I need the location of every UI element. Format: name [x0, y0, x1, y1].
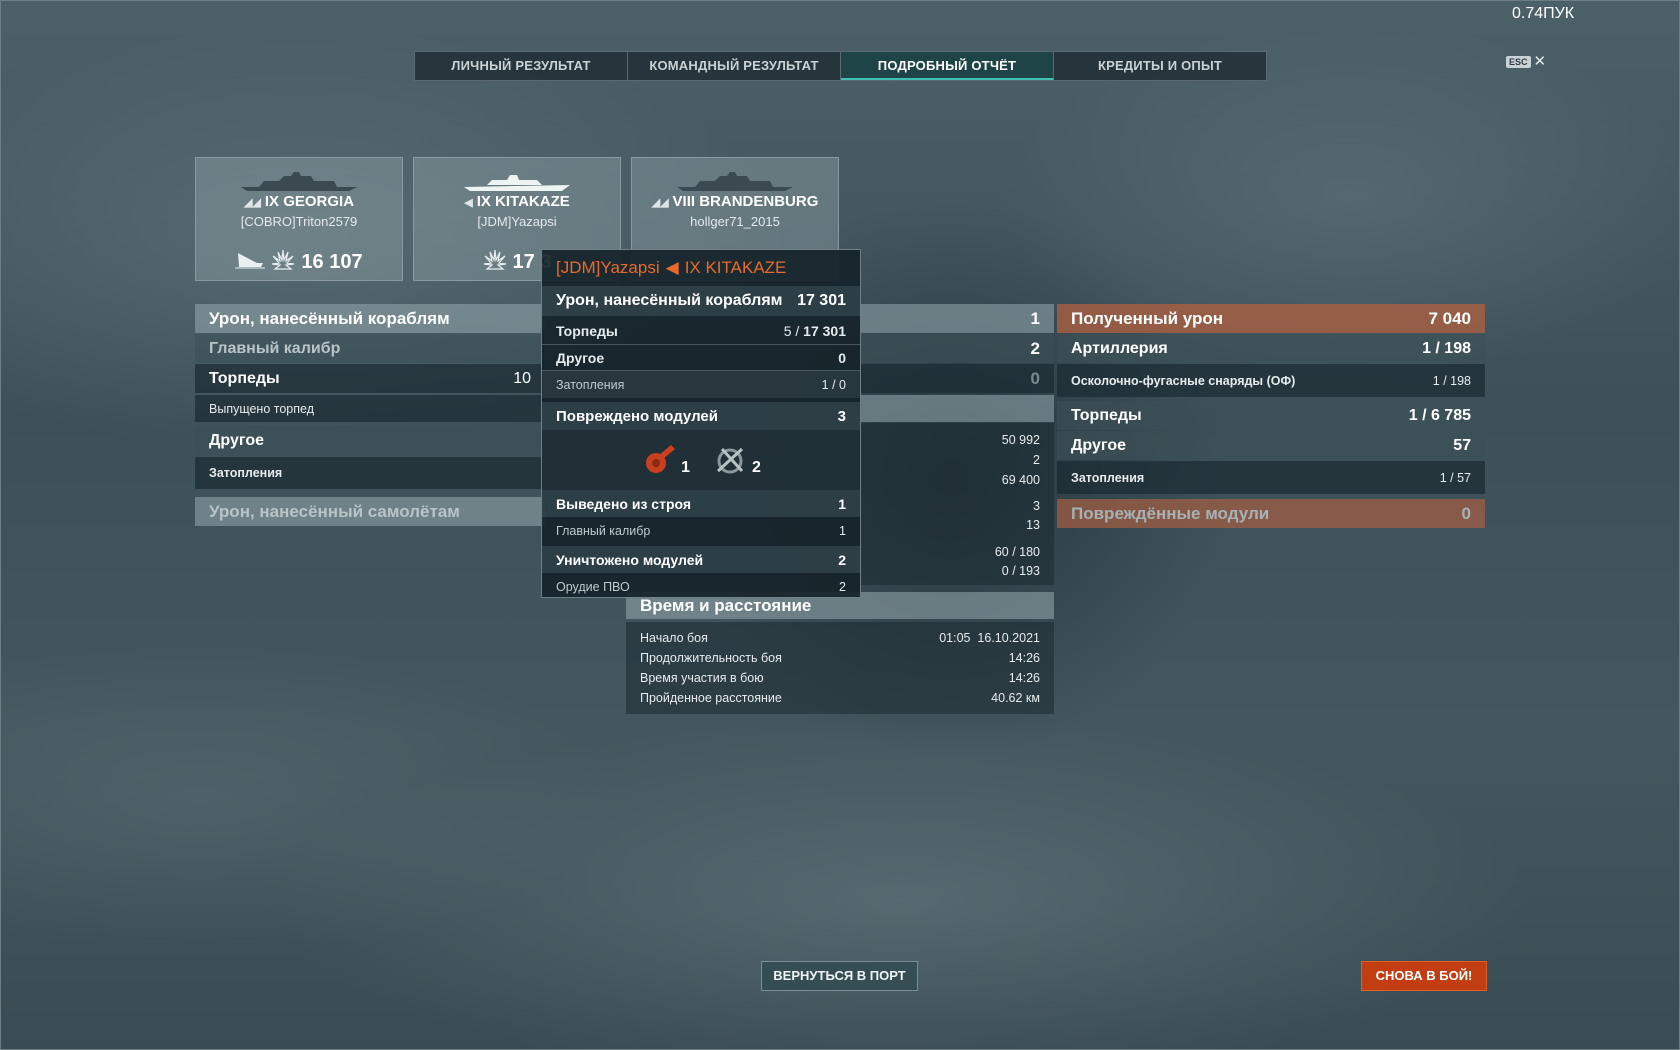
- version-label: 0.74ПУК: [1512, 5, 1575, 22]
- tab-team[interactable]: КОМАНДНЫЙ РЕЗУЛЬТАТ: [628, 52, 841, 80]
- battle-duration-row: Продолжительность боя 14:26: [640, 651, 1040, 665]
- he-shells-row: Осколочно-фугасные снаряды (ОФ) 1 / 198: [1057, 364, 1485, 397]
- sunk-ship-icon: [235, 249, 266, 275]
- player-name: hollger71_2015: [690, 214, 780, 229]
- aircraft-damage-header: Урон, нанесённый самолётам: [195, 497, 545, 526]
- destroyer-class-icon: ◀: [665, 258, 679, 277]
- damaged-modules-header: Повреждённые модули 0: [1057, 499, 1485, 528]
- tab-personal[interactable]: ЛИЧНЫЙ РЕЗУЛЬТАТ: [415, 52, 628, 80]
- return-to-port-button[interactable]: ВЕРНУТЬСЯ В ПОРТ: [761, 961, 918, 991]
- tooltip-destroyed-row: Уничтожено модулей 2: [542, 546, 860, 573]
- player-tooltip: [JDM]Yazapsi ◀ IX KITAKAZE Урон, нанесён…: [541, 249, 861, 598]
- close-icon: ✕: [1533, 53, 1547, 70]
- aa-gun-module-icon: [716, 447, 744, 474]
- tooltip-other-row: Другое 0: [542, 345, 860, 371]
- floods-row: Затопления: [195, 457, 545, 489]
- torpedoes-row: Торпеды 10: [195, 364, 545, 393]
- engine-module-icon: [646, 445, 676, 473]
- ship-card-georgia[interactable]: ◢◢ IX GEORGIA [COBRO]Triton2579 16 107: [195, 157, 403, 281]
- dealt-damage-header: Урон, нанесённый кораблям: [195, 304, 545, 333]
- main-caliber-row: Главный калибр: [195, 334, 545, 363]
- torpedoes-launched-row: Выпущено торпед: [195, 395, 545, 422]
- received-floods-row: Затопления 1 / 57: [1057, 461, 1485, 494]
- tab-credits-xp[interactable]: КРЕДИТЫ И ОПЫТ: [1054, 52, 1266, 80]
- distance-row: Пройденное расстояние 40.62 км: [640, 691, 1040, 705]
- battleship-class-icon: ◢◢: [651, 197, 669, 209]
- participation-time-row: Время участия в бою 14:26: [640, 671, 1040, 685]
- tooltip-module-icons: 1 2: [542, 430, 860, 490]
- battleship-silhouette-icon: [677, 172, 793, 191]
- center-row-2: 2: [860, 334, 1054, 363]
- battle-again-button[interactable]: СНОВА В БОЙ!: [1361, 961, 1487, 991]
- received-damage-header: Полученный урон 7 040: [1057, 304, 1485, 333]
- esc-key-label: ESC: [1506, 56, 1531, 68]
- tab-detailed-report[interactable]: ПОДРОБНЫЙ ОТЧЁТ: [841, 52, 1054, 80]
- tooltip-floods-row: Затопления 1 / 0: [542, 371, 860, 398]
- center-row-3: 0: [860, 364, 1054, 393]
- damage-icon: [483, 248, 507, 276]
- tooltip-disabled-row: Выведено из строя 1: [542, 490, 860, 517]
- player-name: [JDM]Yazapsi: [477, 214, 557, 229]
- received-torpedoes-row: Торпеды 1 / 6 785: [1057, 401, 1485, 430]
- tooltip-header: [JDM]Yazapsi ◀ IX KITAKAZE: [556, 258, 787, 277]
- tooltip-torpedoes-row: Торпеды 5 / 17 301: [542, 318, 860, 345]
- damage-icon: [271, 248, 295, 276]
- damage-value: 16 107: [301, 250, 363, 273]
- artillery-row: Артиллерия 1 / 198: [1057, 334, 1485, 363]
- tooltip-disabled-main-row: Главный калибр 1: [556, 523, 846, 538]
- tooltip-dealt-row: Урон, нанесённый кораблям 17 301: [542, 286, 860, 316]
- battleship-class-icon: ◢◢: [243, 197, 261, 209]
- destroyer-silhouette-icon: [464, 175, 570, 191]
- player-name: [COBRO]Triton2579: [240, 214, 358, 229]
- other-row: Другое: [195, 426, 545, 455]
- received-other-row: Другое 57: [1057, 431, 1485, 460]
- close-button[interactable]: ESC ✕: [1506, 53, 1547, 70]
- battle-start-row: Начало боя 01:05 16.10.2021: [640, 631, 1040, 645]
- center-stats-panel: 50 992 2 69 400 3 13 60 / 180 0 / 193: [860, 423, 1054, 585]
- tooltip-modules-damaged-row: Повреждено модулей 3: [542, 402, 860, 430]
- center-section-header: [860, 395, 1054, 422]
- time-distance-panel: Начало боя 01:05 16.10.2021 Продолжительн…: [626, 622, 1054, 714]
- tooltip-aa-row: Орудие ПВО 2: [556, 579, 846, 594]
- tab-bar: ЛИЧНЫЙ РЕЗУЛЬТАТ КОМАНДНЫЙ РЕЗУЛЬТАТ ПОД…: [414, 51, 1267, 81]
- battleship-silhouette-icon: [241, 172, 357, 191]
- destroyer-class-icon: ◀: [464, 197, 473, 209]
- center-row-1: 1: [860, 304, 1054, 333]
